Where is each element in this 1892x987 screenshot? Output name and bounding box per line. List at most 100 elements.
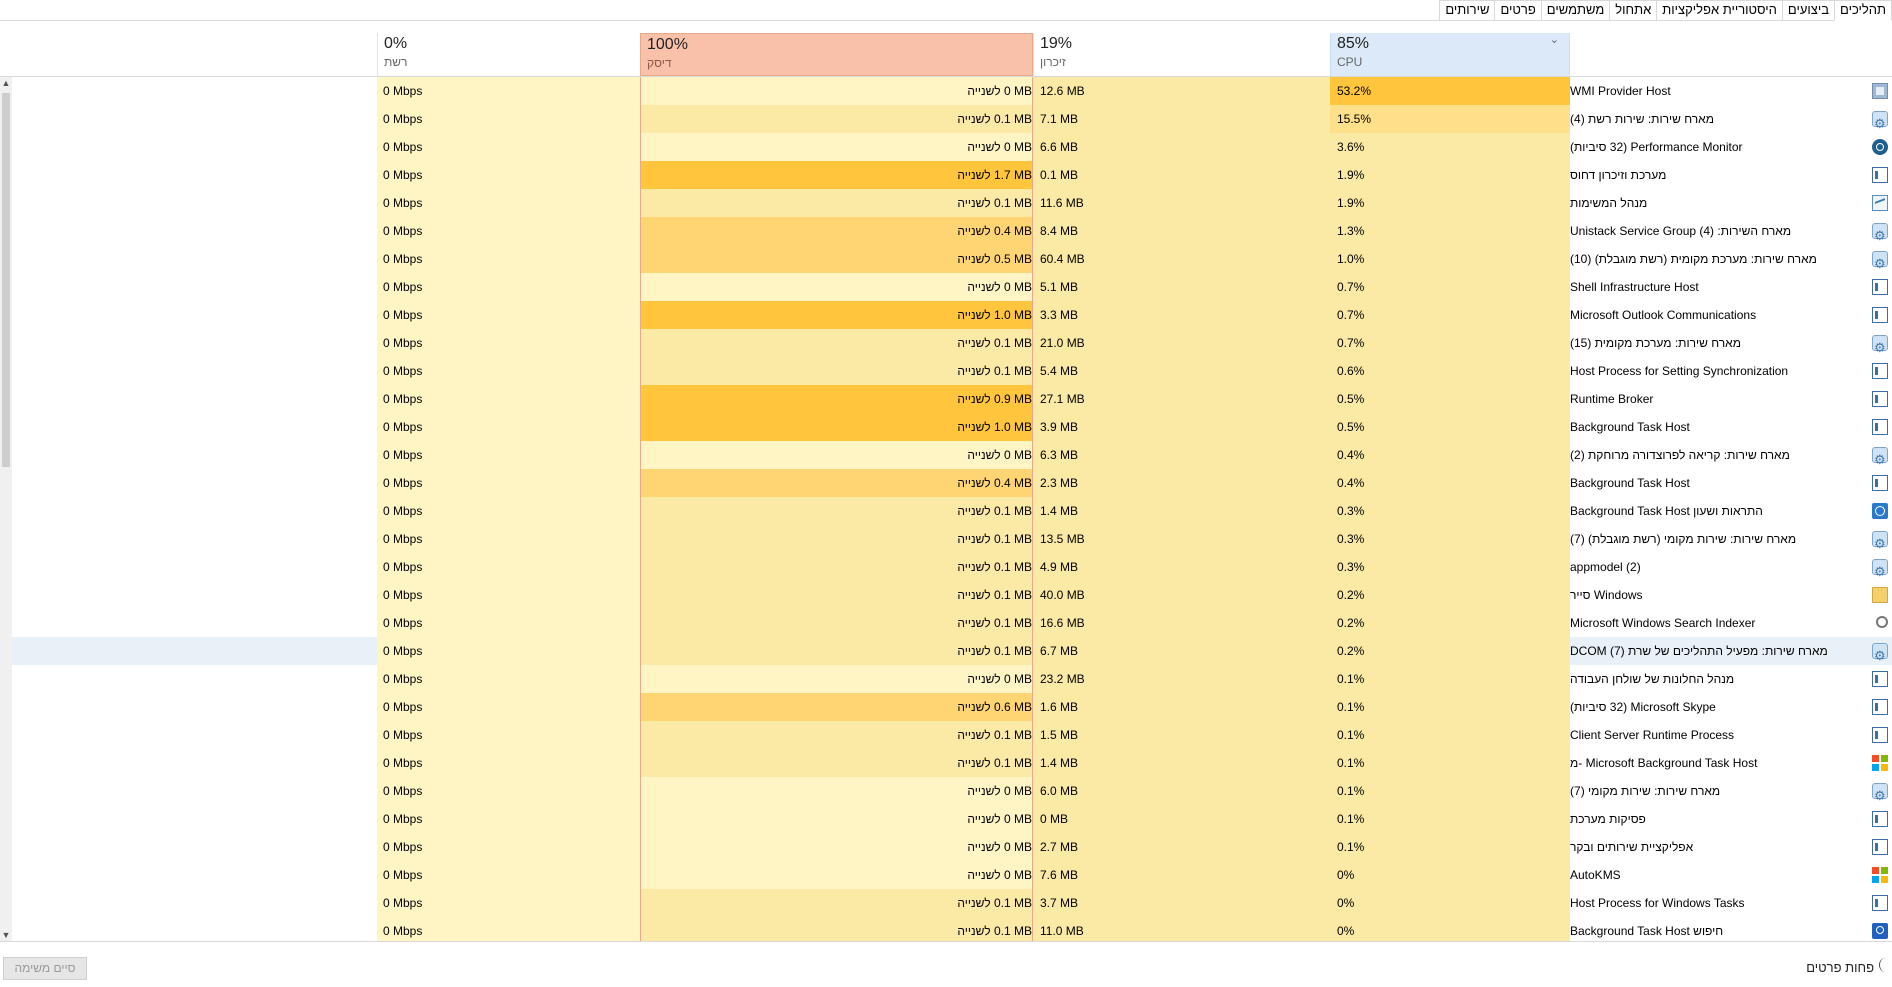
process-name-cell[interactable]: מארח שירות: שירות מקומי (רשת מוגבלת) (7) — [1570, 525, 1892, 553]
process-name-cell[interactable]: Host Process for Setting Synchronization — [1570, 357, 1892, 385]
table-row[interactable]: 0 Mbps 0 MB לשנייה 6.0 MB 0.1% מארח שירות: ש… — [0, 777, 1892, 805]
table-row[interactable]: 0 Mbps 0.1 MB לשנייה 3.7 MB 0% Host Process … — [0, 889, 1892, 917]
process-name-cell[interactable]: Client Server Runtime Process — [1570, 721, 1892, 749]
table-row[interactable]: 0 Mbps 0.9 MB לשנייה 27.1 MB 0.5% Runtime Br… — [0, 385, 1892, 413]
disk-value: 0.1 MB — [993, 896, 1032, 910]
process-name-cell[interactable]: Microsoft Skype (32 סיביות) — [1570, 693, 1892, 721]
disk-unit: לשנייה — [957, 924, 991, 938]
process-name-cell[interactable]: Microsoft Background Task Host -מ — [1570, 749, 1892, 777]
tab-3[interactable]: אתחול — [1609, 0, 1658, 20]
row-spacer — [0, 329, 377, 357]
tab-5[interactable]: פרטים — [1494, 0, 1542, 20]
process-name-cell[interactable]: מארח שירות: שירות רשת (4) — [1570, 105, 1892, 133]
vertical-scrollbar[interactable]: ▲ ▼ — [0, 77, 12, 941]
end-task-button[interactable]: סיים משימה — [3, 957, 87, 980]
scroll-down-arrow-icon[interactable]: ▼ — [0, 929, 12, 941]
process-name-cell[interactable]: Shell Infrastructure Host — [1570, 273, 1892, 301]
process-name-cell[interactable]: Runtime Broker — [1570, 385, 1892, 413]
table-row[interactable]: 0 Mbps 0.4 MB לשנייה 2.3 MB 0.4% Background … — [0, 469, 1892, 497]
process-name-cell[interactable]: מנהל המשימות — [1570, 189, 1892, 217]
disk-unit: לשנייה — [957, 196, 991, 210]
process-name-cell[interactable]: Microsoft Outlook Communications — [1570, 301, 1892, 329]
table-row[interactable]: 0 Mbps 0 MB לשנייה 0 MB 0.1% פסיקות מערכת — [0, 805, 1892, 833]
table-row[interactable]: 0 Mbps 0 MB לשנייה 6.3 MB 0.4% מארח שירות: ק… — [0, 441, 1892, 469]
table-row[interactable]: 0 Mbps 1.0 MB לשנייה 3.3 MB 0.7% Microsoft O… — [0, 301, 1892, 329]
table-row[interactable]: 0 Mbps 0.1 MB לשנייה 1.4 MB 0.3% התראות ושעו… — [0, 497, 1892, 525]
process-name-cell[interactable]: Background Task Host — [1570, 469, 1892, 497]
column-header-memory[interactable]: 19% זיכרון — [1033, 33, 1330, 76]
table-row[interactable]: 0 Mbps 0.6 MB לשנייה 1.6 MB 0.1% Microsoft S… — [0, 693, 1892, 721]
table-row[interactable]: 0 Mbps 0 MB לשנייה 5.1 MB 0.7% Shell Infrast… — [0, 273, 1892, 301]
table-row[interactable]: 0 Mbps 0.1 MB לשנייה 21.0 MB 0.7% מארח שירות… — [0, 329, 1892, 357]
process-name-cell[interactable]: חיפוש Background Task Host — [1570, 917, 1892, 941]
table-row[interactable]: 0 Mbps 0 MB לשנייה 7.6 MB 0% AutoKMS — [0, 861, 1892, 889]
table-row[interactable]: 0 Mbps 0.5 MB לשנייה 60.4 MB 1.0% מארח שירות… — [0, 245, 1892, 273]
column-header-cpu[interactable]: ⌄ 85% CPU — [1330, 33, 1570, 76]
table-row[interactable]: 0 Mbps 1.0 MB לשנייה 3.9 MB 0.5% Background … — [0, 413, 1892, 441]
process-name-cell[interactable]: Background Task Host — [1570, 413, 1892, 441]
table-row[interactable]: 0 Mbps 0 MB לשנייה 23.2 MB 0.1% מנהל החלונות… — [0, 665, 1892, 693]
ms-icon — [1872, 755, 1888, 771]
disk-cell: 0.1 MB לשנייה — [640, 329, 1033, 357]
process-name-cell[interactable]: מארח שירות: מערכת מקומית (15) — [1570, 329, 1892, 357]
column-header-name[interactable] — [1570, 33, 1892, 76]
process-name-cell[interactable]: מארח שירות: מערכת מקומית (רשת מוגבלת) (1… — [1570, 245, 1892, 273]
table-row[interactable]: 0 Mbps 0 MB לשנייה 2.7 MB 0.1% אפליקציית שיר… — [0, 833, 1892, 861]
process-name: חיפוש Background Task Host — [1570, 924, 1724, 938]
process-name-cell[interactable]: מארח השירות: Unistack Service Group (4) — [1570, 217, 1892, 245]
column-header-disk[interactable]: 100% דיסק — [640, 33, 1033, 76]
process-name-cell[interactable]: פסיקות מערכת — [1570, 805, 1892, 833]
scroll-up-arrow-icon[interactable]: ▲ — [0, 77, 12, 89]
network-cell: 0 Mbps — [377, 329, 640, 357]
process-name-cell[interactable]: מארח שירות: שירות מקומי (7) — [1570, 777, 1892, 805]
process-name-cell[interactable]: Host Process for Windows Tasks — [1570, 889, 1892, 917]
process-name-cell[interactable]: Performance Monitor (32 סיביות) — [1570, 133, 1892, 161]
memory-cell: 21.0 MB — [1033, 329, 1330, 357]
process-name-cell[interactable]: אפליקציית שירותים ובקר — [1570, 833, 1892, 861]
table-row[interactable]: 0 Mbps 0.1 MB לשנייה 5.4 MB 0.6% Host Proces… — [0, 357, 1892, 385]
table-row[interactable]: 0 Mbps 0.1 MB לשנייה 11.0 MB 0% חיפוש Backgr… — [0, 917, 1892, 941]
table-row[interactable]: 0 Mbps 0 MB לשנייה 6.6 MB 3.6% Performance M… — [0, 133, 1892, 161]
process-name-cell[interactable]: Windows סייר — [1570, 581, 1892, 609]
process-name-cell[interactable]: מארח שירות: מפעיל התהליכים של שרת DCOM (… — [1570, 637, 1892, 665]
collapse-arrow-icon[interactable] — [1879, 958, 1892, 972]
table-row[interactable]: 0 Mbps 0.1 MB לשנייה 6.7 MB 0.2% מארח שירות:… — [0, 637, 1892, 665]
tab-6[interactable]: שירותים — [1439, 0, 1496, 20]
table-row[interactable]: 0 Mbps 0.1 MB לשנייה 7.1 MB 15.5% מארח שירות… — [0, 105, 1892, 133]
table-row[interactable]: 0 Mbps 0.1 MB לשנייה 13.5 MB 0.3% מארח שירות… — [0, 525, 1892, 553]
process-name-cell[interactable]: appmodel (2) — [1570, 553, 1892, 581]
tab-2[interactable]: היסטוריית אפליקציות — [1656, 0, 1783, 20]
sort-chevron-down-icon: ⌄ — [1549, 34, 1559, 46]
table-row[interactable]: 0 Mbps 0.4 MB לשנייה 8.4 MB 1.3% מארח השירות… — [0, 217, 1892, 245]
network-cell: 0 Mbps — [377, 273, 640, 301]
table-row[interactable]: 0 Mbps 0.1 MB לשנייה 11.6 MB 1.9% מנהל המשימ… — [0, 189, 1892, 217]
table-row[interactable]: 0 Mbps 0.1 MB לשנייה 1.5 MB 0.1% Client Serv… — [0, 721, 1892, 749]
table-row[interactable]: 0 Mbps 0.1 MB לשנייה 40.0 MB 0.2% Windows סי… — [0, 581, 1892, 609]
process-name-cell[interactable]: WMI Provider Host — [1570, 77, 1892, 105]
process-name-cell[interactable]: מנהל החלונות של שולחן העבודה — [1570, 665, 1892, 693]
process-name-cell[interactable]: Microsoft Windows Search Indexer — [1570, 609, 1892, 637]
disk-unit: לשנייה — [957, 756, 991, 770]
table-row[interactable]: 0 Mbps 1.7 MB לשנייה 0.1 MB 1.9% מערכת וזיכר… — [0, 161, 1892, 189]
memory-cell: 13.5 MB — [1033, 525, 1330, 553]
table-row[interactable]: 0 Mbps 0.1 MB לשנייה 4.9 MB 0.3% appmodel (2… — [0, 553, 1892, 581]
table-row[interactable]: 0 Mbps 0.1 MB לשנייה 1.4 MB 0.1% Microsoft B… — [0, 749, 1892, 777]
process-name-cell[interactable]: התראות ושעון Background Task Host — [1570, 497, 1892, 525]
tab-1[interactable]: ביצועים — [1781, 0, 1836, 20]
process-name-cell[interactable]: מארח שירות: קריאה לפרוצדורה מרוחקת (2) — [1570, 441, 1892, 469]
tab-0[interactable]: תהליכים — [1834, 0, 1892, 21]
disk-unit: לשנייה — [957, 644, 991, 658]
row-spacer — [0, 133, 377, 161]
table-row[interactable]: 0 Mbps 0.1 MB לשנייה 16.6 MB 0.2% Microsoft … — [0, 609, 1892, 637]
cpu-cell: 0.2% — [1330, 581, 1570, 609]
process-name-cell[interactable]: מערכת וזיכרון דחוס — [1570, 161, 1892, 189]
fewer-details-link[interactable]: פחות פרטים — [1806, 960, 1874, 975]
scroll-thumb[interactable] — [2, 93, 10, 467]
process-name-cell[interactable]: AutoKMS — [1570, 861, 1892, 889]
disk-unit: לשנייה — [957, 112, 991, 126]
column-header-network[interactable]: 0% רשת — [377, 33, 640, 76]
tab-4[interactable]: משתמשים — [1540, 0, 1611, 20]
disk-cell: 0.1 MB לשנייה — [640, 553, 1033, 581]
table-row[interactable]: 0 Mbps 0 MB לשנייה 12.6 MB 53.2% WMI Provide… — [0, 77, 1892, 105]
disk-value: 0 MB — [1003, 784, 1032, 798]
